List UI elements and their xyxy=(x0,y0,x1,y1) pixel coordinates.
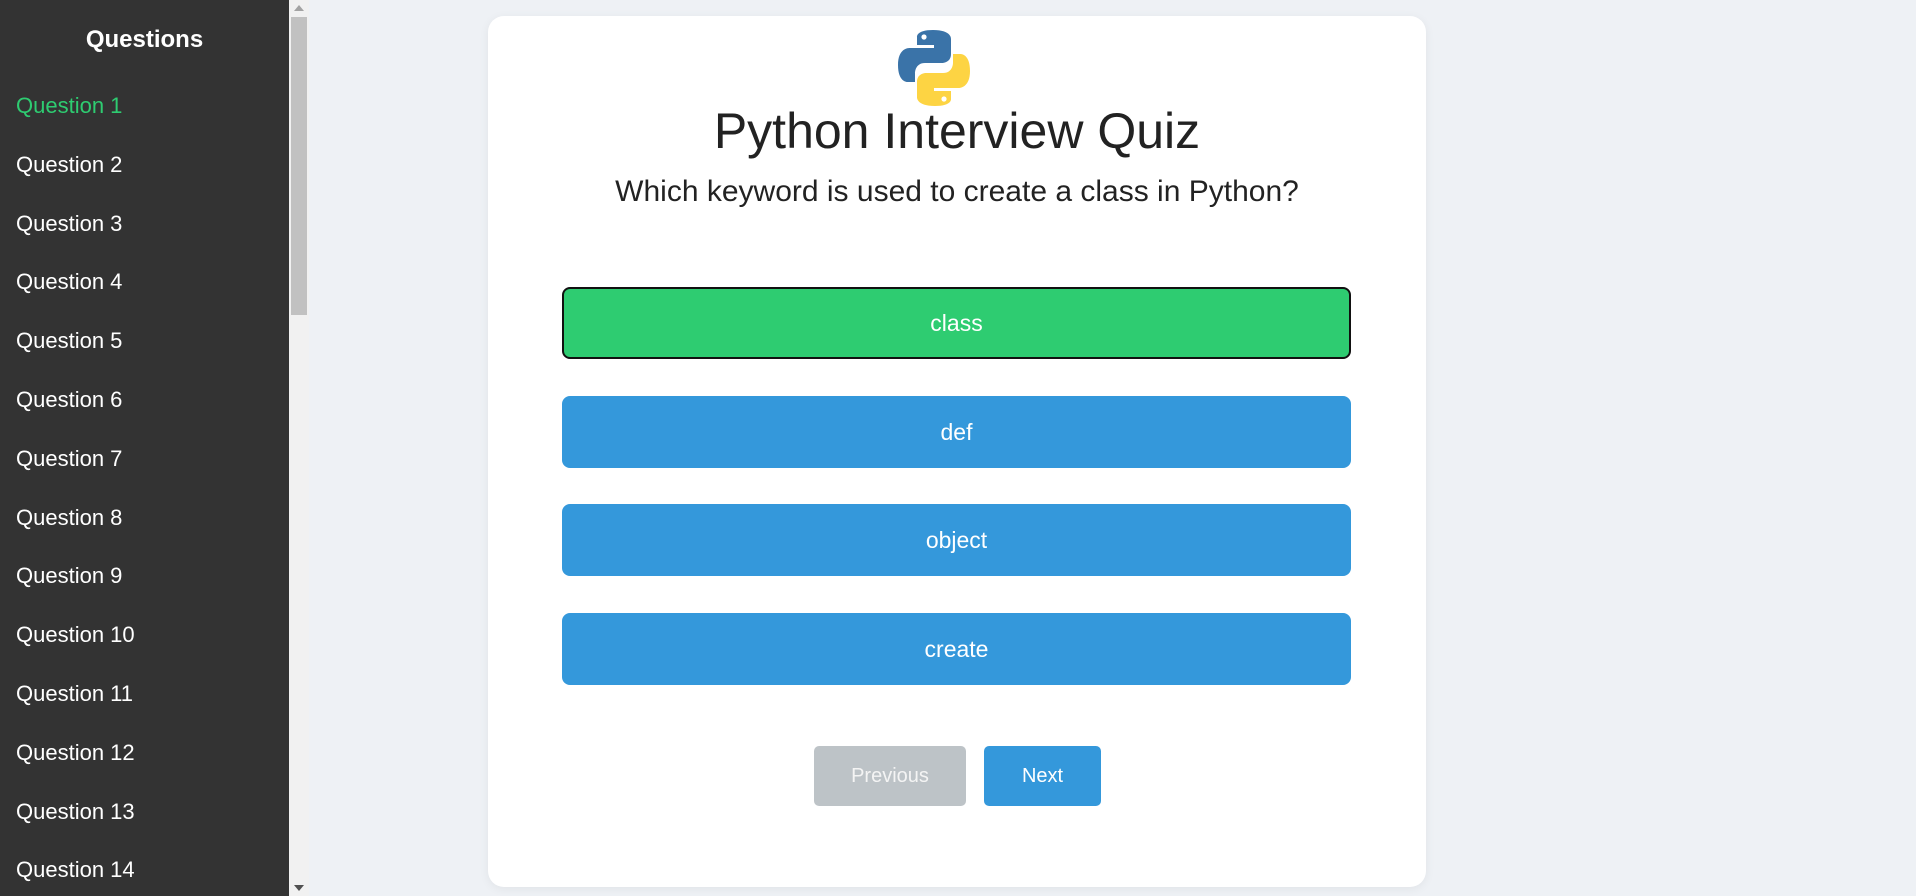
option-button-def[interactable]: def xyxy=(562,396,1351,468)
quiz-card: Python Interview Quiz Which keyword is u… xyxy=(488,16,1426,887)
sidebar-item-question-4[interactable]: Question 4 xyxy=(0,264,289,323)
sidebar-item-question-3[interactable]: Question 3 xyxy=(0,206,289,265)
sidebar-item-question-2[interactable]: Question 2 xyxy=(0,147,289,206)
next-button[interactable]: Next xyxy=(984,746,1101,806)
question-list: Question 1 Question 2 Question 3 Questio… xyxy=(0,88,289,896)
sidebar-item-question-10[interactable]: Question 10 xyxy=(0,617,289,676)
sidebar-item-question-12[interactable]: Question 12 xyxy=(0,735,289,794)
sidebar-item-question-13[interactable]: Question 13 xyxy=(0,794,289,853)
sidebar-scrollbar[interactable] xyxy=(289,0,309,896)
sidebar-item-question-7[interactable]: Question 7 xyxy=(0,441,289,500)
sidebar-item-question-11[interactable]: Question 11 xyxy=(0,676,289,735)
sidebar-title: Questions xyxy=(85,26,204,53)
sidebar-item-question-9[interactable]: Question 9 xyxy=(0,558,289,617)
python-logo-icon xyxy=(898,30,970,106)
option-button-class[interactable]: class xyxy=(562,287,1351,359)
sidebar-item-question-6[interactable]: Question 6 xyxy=(0,382,289,441)
quiz-title: Python Interview Quiz xyxy=(713,103,1201,159)
option-button-object[interactable]: object xyxy=(562,504,1351,576)
sidebar-item-question-8[interactable]: Question 8 xyxy=(0,500,289,559)
scroll-up-arrow-icon[interactable] xyxy=(289,0,309,16)
question-text: Which keyword is used to create a class … xyxy=(615,175,1299,208)
previous-button[interactable]: Previous xyxy=(814,746,966,806)
sidebar-item-question-14[interactable]: Question 14 xyxy=(0,852,289,896)
scroll-down-arrow-icon[interactable] xyxy=(289,880,309,896)
option-button-create[interactable]: create xyxy=(562,613,1351,685)
scrollbar-thumb[interactable] xyxy=(291,17,307,315)
sidebar: Questions Question 1 Question 2 Question… xyxy=(0,0,289,896)
sidebar-item-question-5[interactable]: Question 5 xyxy=(0,323,289,382)
sidebar-item-question-1[interactable]: Question 1 xyxy=(0,88,289,147)
